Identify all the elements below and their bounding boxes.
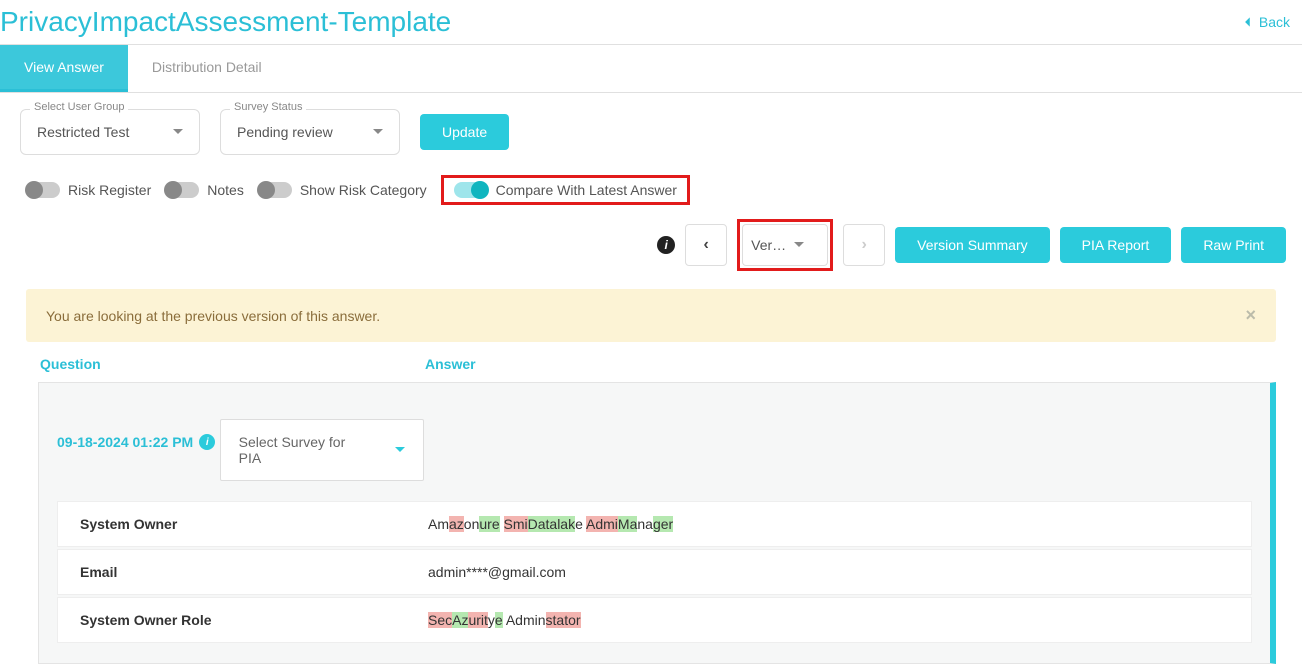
user-group-field: Select User Group Restricted Test (20, 109, 200, 155)
diff-unchanged: y (488, 612, 495, 628)
tab-view-answer[interactable]: View Answer (0, 45, 128, 92)
diff-removed: Smi (504, 516, 528, 532)
version-summary-button[interactable]: Version Summary (895, 227, 1049, 263)
prev-version-button[interactable]: ‹ (685, 224, 727, 266)
user-group-label: Select User Group (30, 101, 128, 113)
tab-distribution-detail[interactable]: Distribution Detail (128, 45, 286, 92)
data-row: System Owner RoleSecAzuritye Adminstator (57, 597, 1252, 643)
compare-highlight: Compare With Latest Answer (441, 175, 690, 205)
diff-added: Ma (618, 516, 637, 532)
diff-removed: stator (546, 612, 581, 628)
next-version-button[interactable]: › (843, 224, 885, 266)
answer-panel: 09-18-2024 01:22 PM i Select Survey for … (38, 382, 1276, 664)
risk-register-toggle-group: Risk Register (26, 182, 151, 198)
user-group-value: Restricted Test (37, 124, 129, 140)
timestamp-text: 09-18-2024 01:22 PM (57, 434, 193, 450)
diff-removed: urit (468, 612, 487, 628)
previous-version-alert: You are looking at the previous version … (26, 289, 1276, 342)
survey-status-select[interactable]: Pending review (220, 109, 400, 155)
row-question: System Owner (58, 516, 428, 532)
survey-status-value: Pending review (237, 124, 333, 140)
diff-removed: Sec (428, 612, 452, 628)
survey-status-field: Survey Status Pending review (220, 109, 400, 155)
diff-unchanged: na (637, 516, 653, 532)
pia-report-button[interactable]: PIA Report (1060, 227, 1172, 263)
diff-unchanged: on (464, 516, 480, 532)
row-question: Email (58, 564, 428, 580)
columns-header: Question Answer (0, 356, 1302, 382)
diff-unchanged: Am (428, 516, 449, 532)
column-question: Question (40, 356, 425, 372)
diff-unchanged (500, 516, 504, 532)
survey-status-label: Survey Status (230, 101, 306, 113)
diff-added: ger (653, 516, 673, 532)
diff-removed: Admi (586, 516, 618, 532)
alert-close-button[interactable]: × (1245, 305, 1256, 326)
show-risk-category-toggle-group: Show Risk Category (258, 182, 427, 198)
back-icon (1241, 15, 1255, 29)
tabs: View Answer Distribution Detail (0, 44, 1302, 93)
back-link[interactable]: Back (1241, 14, 1290, 30)
diff-added: Az (452, 612, 468, 628)
risk-register-label: Risk Register (68, 182, 151, 198)
compare-latest-label: Compare With Latest Answer (496, 182, 677, 198)
risk-register-toggle[interactable] (26, 182, 60, 198)
compare-latest-toggle[interactable] (454, 182, 488, 198)
show-risk-category-toggle[interactable] (258, 182, 292, 198)
timestamp-info-icon[interactable]: i (199, 434, 215, 450)
right-actions: i ‹ Ver… › Version Summary PIA Report Ra… (657, 219, 1286, 271)
answer-timestamp: 09-18-2024 01:22 PM i (57, 434, 215, 450)
back-link-label: Back (1259, 14, 1290, 30)
data-row: System OwnerAmazonure SmiDatalake AdmiMa… (57, 501, 1252, 547)
chevron-down-icon (395, 447, 405, 457)
notes-toggle[interactable] (165, 182, 199, 198)
chevron-down-icon (173, 129, 183, 139)
row-question: System Owner Role (58, 612, 428, 628)
page-title: PrivacyImpactAssessment-Template (0, 6, 451, 38)
diff-added: e (495, 612, 503, 628)
alert-message: You are looking at the previous version … (46, 308, 380, 324)
diff-removed: az (449, 516, 464, 532)
compare-latest-toggle-group: Compare With Latest Answer (454, 182, 677, 198)
version-select-label: Ver… (751, 237, 786, 253)
survey-select[interactable]: Select Survey for PIA (220, 419, 424, 481)
diff-added: ure (479, 516, 499, 532)
chevron-down-icon (373, 129, 383, 139)
notes-label: Notes (207, 182, 244, 198)
row-answer: admin****@gmail.com (428, 564, 566, 580)
version-select-highlight: Ver… (737, 219, 833, 271)
show-risk-category-label: Show Risk Category (300, 182, 427, 198)
update-button[interactable]: Update (420, 114, 509, 150)
raw-print-button[interactable]: Raw Print (1181, 227, 1286, 263)
column-answer: Answer (425, 356, 476, 372)
user-group-select[interactable]: Restricted Test (20, 109, 200, 155)
survey-select-label: Select Survey for PIA (239, 434, 365, 466)
data-row: Emailadmin****@gmail.com (57, 549, 1252, 595)
version-select[interactable]: Ver… (742, 224, 828, 266)
diff-unchanged: Admin (503, 612, 546, 628)
row-answer: Amazonure SmiDatalake AdmiManager (428, 516, 673, 532)
info-icon[interactable]: i (657, 236, 675, 254)
diff-unchanged: e (575, 516, 586, 532)
diff-added: Datalak (528, 516, 575, 532)
notes-toggle-group: Notes (165, 182, 244, 198)
row-answer: SecAzuritye Adminstator (428, 612, 581, 628)
data-rows: System OwnerAmazonure SmiDatalake AdmiMa… (57, 501, 1252, 643)
chevron-down-icon (794, 242, 804, 252)
